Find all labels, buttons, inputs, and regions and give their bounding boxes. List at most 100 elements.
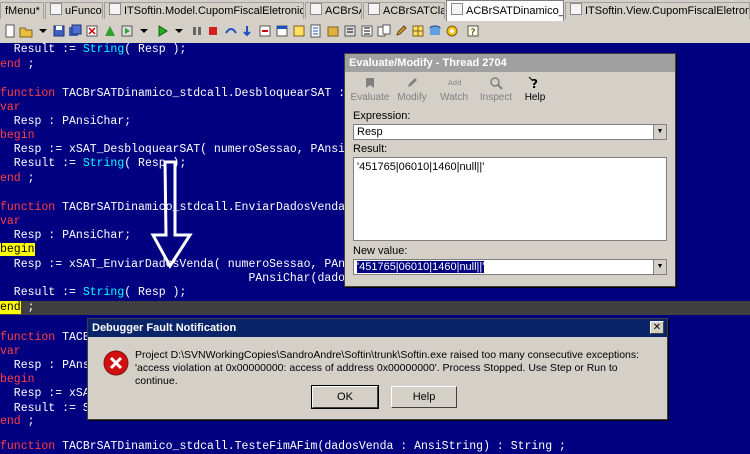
close-icon[interactable]: ✕ <box>650 321 664 334</box>
help-icon: ? <box>528 76 538 90</box>
inspect-button[interactable]: Inspect <box>476 76 516 103</box>
code-token: var <box>0 345 21 358</box>
code-token: Result := <box>0 286 83 299</box>
watch-button[interactable]: Add Watch <box>434 76 474 103</box>
units-icon[interactable] <box>377 24 391 38</box>
code-line: function TACBr <box>0 331 97 345</box>
tab-acbrsatclass[interactable]: ACBrSATClass <box>363 2 445 19</box>
run-to-cursor-icon[interactable] <box>258 24 272 38</box>
code-line: end ; <box>0 172 35 186</box>
tab-acbrsat[interactable]: ACBrSAT <box>305 2 362 19</box>
open-file-icon[interactable] <box>19 24 33 38</box>
code-token: Result := <box>0 43 83 56</box>
tab-view-cupom[interactable]: ITSoftin.View.CupomFiscalEletronicoMFE* <box>565 2 750 19</box>
code-token: TACBrSATDinamico_stdcall.DesbloquearSAT … <box>55 87 373 100</box>
step-over-icon[interactable] <box>224 24 238 38</box>
dialog-title: Evaluate/Modify - Thread 2704 <box>345 54 675 72</box>
code-token: end <box>0 58 21 71</box>
dropdown-arrow-icon[interactable]: ▼ <box>653 260 666 274</box>
expression-combobox[interactable]: Resp ▼ <box>353 124 667 140</box>
new-value-text: '451765|06010|1460|null||' <box>357 261 485 273</box>
modify-button[interactable]: Modify <box>392 76 432 103</box>
tab-label: ACBrSATClass <box>383 5 444 17</box>
unit-icon <box>50 3 62 15</box>
database-icon[interactable] <box>428 24 442 38</box>
code-token: ; <box>20 58 35 71</box>
evaluate-icon <box>366 78 374 88</box>
compile-icon[interactable] <box>103 24 117 38</box>
code-token: begin <box>0 243 35 256</box>
evaluate-label: Evaluate <box>350 92 390 103</box>
trace-into-icon[interactable] <box>240 24 254 38</box>
code-token: ( Resp ); <box>124 286 187 299</box>
code-line: Result := String( Resp ); <box>0 43 187 57</box>
ok-button[interactable]: OK <box>311 385 379 409</box>
edit-icon[interactable] <box>394 24 408 38</box>
new-value-combobox[interactable]: '451765|06010|1460|null||' ▼ <box>353 259 667 275</box>
error-icon <box>103 350 129 376</box>
code-token: Result := <box>0 157 83 170</box>
unit-icon <box>570 3 582 15</box>
tab-model-cupom[interactable]: ITSoftin.Model.CupomFiscalEletronico* <box>104 2 304 19</box>
code-token: Resp := xSAT_DesbloquearSAT( numeroSessa… <box>0 143 366 156</box>
code-line: Resp : PAnsiChar; <box>0 115 131 129</box>
grid-icon[interactable] <box>411 24 425 38</box>
fault-message: Project D:\SVNWorkingCopies\SandroAndre\… <box>135 349 640 387</box>
close-file-icon[interactable] <box>85 24 99 38</box>
code-token: TACBrSATDinamico_stdcall.EnviarDadosVend… <box>55 201 373 214</box>
code-line: var <box>0 101 21 115</box>
stop-icon[interactable] <box>206 24 220 38</box>
tab-acbrsatdinamico[interactable]: ACBrSATDinamico_stdcall <box>446 0 564 21</box>
project-icon[interactable] <box>326 24 340 38</box>
pause-icon[interactable] <box>190 24 204 38</box>
result-label: Result: <box>353 143 388 155</box>
new-file-icon[interactable] <box>3 24 17 38</box>
evaluate-button[interactable]: Evaluate <box>350 76 390 103</box>
dropdown-icon[interactable] <box>172 24 186 38</box>
modify-label: Modify <box>397 92 427 103</box>
options-icon[interactable] <box>343 24 357 38</box>
save-all-icon[interactable] <box>68 24 82 38</box>
code-token: Resp : PAnsiChar; <box>0 229 132 242</box>
code-line: Result := String( Resp ); <box>0 286 187 300</box>
svg-text:Add: Add <box>448 79 461 87</box>
code-line: end ; <box>0 415 35 429</box>
save-icon[interactable] <box>52 24 66 38</box>
modify-icon <box>408 78 417 87</box>
toggle-form-icon[interactable] <box>292 24 306 38</box>
dropdown-icon[interactable] <box>137 24 151 38</box>
code-token: String <box>82 43 125 56</box>
debugger-fault-dialog: Debugger Fault Notification ✕ Project D:… <box>87 318 668 420</box>
dropdown-arrow-icon[interactable]: ▼ <box>653 125 666 139</box>
ide-toolbar: ? <box>0 21 750 44</box>
settings-gear-icon[interactable] <box>445 24 459 38</box>
result-textarea[interactable]: '451765|06010|1460|null||' <box>353 157 667 241</box>
expression-value: Resp <box>357 126 383 138</box>
unit-icon <box>451 3 463 15</box>
view-unit-icon[interactable] <box>309 24 323 38</box>
tab-label: ACBrSAT <box>325 5 361 17</box>
help-button[interactable]: Help <box>391 386 457 408</box>
svg-text:?: ? <box>471 28 476 38</box>
code-token: Resp : PAnsiChar; <box>0 115 132 128</box>
tab-label: fMenu* <box>5 5 40 17</box>
code-token: function <box>0 87 56 100</box>
result-value: '451765|06010|1460|null||' <box>357 161 485 173</box>
run-icon[interactable] <box>156 24 170 38</box>
code-line: Resp := xSAT_DesbloquearSAT( numeroSessa… <box>0 143 366 157</box>
tab-fmenu[interactable]: fMenu* <box>0 2 44 19</box>
list-icon[interactable] <box>360 24 374 38</box>
code-token: ( Resp ); <box>124 43 187 56</box>
help-button[interactable]: ? Help <box>515 76 555 103</box>
dropdown-icon[interactable] <box>36 24 50 38</box>
code-token: Resp : PAnsi <box>0 359 97 372</box>
inspect-label: Inspect <box>479 92 513 103</box>
form-icon[interactable] <box>275 24 289 38</box>
watch-label: Watch <box>440 92 468 103</box>
help-icon[interactable]: ? <box>466 24 480 38</box>
tab-ufuncoes[interactable]: uFuncoes <box>45 2 103 19</box>
debug-icon[interactable] <box>120 24 134 38</box>
new-value-label: New value: <box>353 245 408 257</box>
watch-icon: Add <box>448 79 461 87</box>
code-token: var <box>0 101 21 114</box>
